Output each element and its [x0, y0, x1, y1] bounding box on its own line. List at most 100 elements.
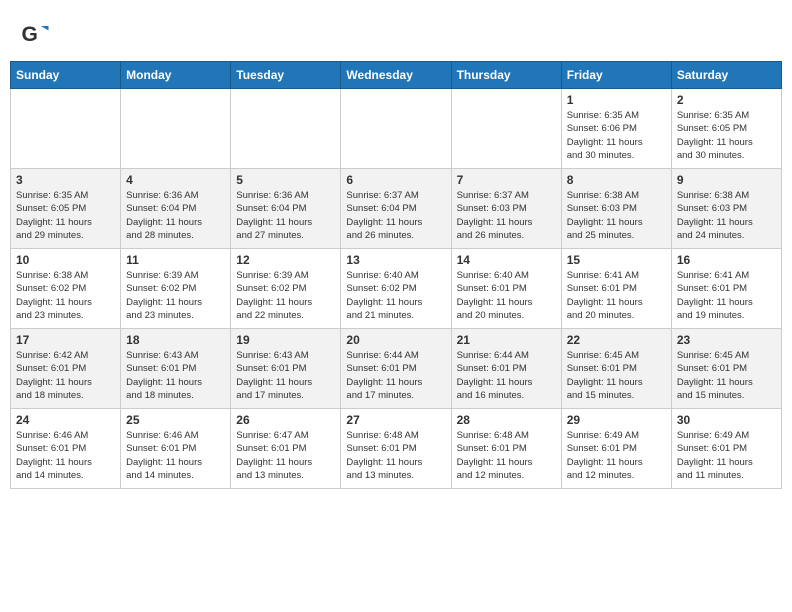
day-number: 17 — [16, 333, 115, 347]
day-number: 7 — [457, 173, 556, 187]
day-info: Sunrise: 6:46 AM Sunset: 6:01 PM Dayligh… — [126, 429, 225, 482]
calendar-cell: 23 Sunrise: 6:45 AM Sunset: 6:01 PM Dayli… — [671, 329, 781, 409]
day-info: Sunrise: 6:49 AM Sunset: 6:01 PM Dayligh… — [567, 429, 666, 482]
calendar-week-row: 1 Sunrise: 6:35 AM Sunset: 6:06 PM Daylig… — [11, 89, 782, 169]
logo-icon: G — [20, 20, 50, 50]
day-info: Sunrise: 6:40 AM Sunset: 6:01 PM Dayligh… — [457, 269, 556, 322]
calendar-cell: 28 Sunrise: 6:48 AM Sunset: 6:01 PM Dayli… — [451, 409, 561, 489]
day-number: 6 — [346, 173, 445, 187]
day-info: Sunrise: 6:46 AM Sunset: 6:01 PM Dayligh… — [16, 429, 115, 482]
day-info: Sunrise: 6:39 AM Sunset: 6:02 PM Dayligh… — [126, 269, 225, 322]
day-info: Sunrise: 6:35 AM Sunset: 6:05 PM Dayligh… — [677, 109, 776, 162]
day-info: Sunrise: 6:41 AM Sunset: 6:01 PM Dayligh… — [567, 269, 666, 322]
day-info: Sunrise: 6:38 AM Sunset: 6:02 PM Dayligh… — [16, 269, 115, 322]
calendar-cell: 30 Sunrise: 6:49 AM Sunset: 6:01 PM Dayli… — [671, 409, 781, 489]
svg-text:G: G — [22, 23, 38, 46]
calendar-week-row: 10 Sunrise: 6:38 AM Sunset: 6:02 PM Dayli… — [11, 249, 782, 329]
day-number: 3 — [16, 173, 115, 187]
calendar-cell — [231, 89, 341, 169]
day-number: 26 — [236, 413, 335, 427]
calendar-week-row: 3 Sunrise: 6:35 AM Sunset: 6:05 PM Daylig… — [11, 169, 782, 249]
calendar-cell: 2 Sunrise: 6:35 AM Sunset: 6:05 PM Daylig… — [671, 89, 781, 169]
day-number: 19 — [236, 333, 335, 347]
day-info: Sunrise: 6:45 AM Sunset: 6:01 PM Dayligh… — [567, 349, 666, 402]
calendar-cell — [451, 89, 561, 169]
calendar-cell: 13 Sunrise: 6:40 AM Sunset: 6:02 PM Dayli… — [341, 249, 451, 329]
day-info: Sunrise: 6:37 AM Sunset: 6:04 PM Dayligh… — [346, 189, 445, 242]
day-info: Sunrise: 6:35 AM Sunset: 6:06 PM Dayligh… — [567, 109, 666, 162]
calendar-cell: 22 Sunrise: 6:45 AM Sunset: 6:01 PM Dayli… — [561, 329, 671, 409]
weekday-header: Friday — [561, 62, 671, 89]
day-info: Sunrise: 6:35 AM Sunset: 6:05 PM Dayligh… — [16, 189, 115, 242]
calendar-cell: 4 Sunrise: 6:36 AM Sunset: 6:04 PM Daylig… — [121, 169, 231, 249]
day-number: 22 — [567, 333, 666, 347]
day-info: Sunrise: 6:49 AM Sunset: 6:01 PM Dayligh… — [677, 429, 776, 482]
calendar-cell: 29 Sunrise: 6:49 AM Sunset: 6:01 PM Dayli… — [561, 409, 671, 489]
day-number: 27 — [346, 413, 445, 427]
calendar-cell: 10 Sunrise: 6:38 AM Sunset: 6:02 PM Dayli… — [11, 249, 121, 329]
calendar-cell: 27 Sunrise: 6:48 AM Sunset: 6:01 PM Dayli… — [341, 409, 451, 489]
calendar-cell: 20 Sunrise: 6:44 AM Sunset: 6:01 PM Dayli… — [341, 329, 451, 409]
calendar-cell — [341, 89, 451, 169]
day-info: Sunrise: 6:39 AM Sunset: 6:02 PM Dayligh… — [236, 269, 335, 322]
day-info: Sunrise: 6:45 AM Sunset: 6:01 PM Dayligh… — [677, 349, 776, 402]
day-info: Sunrise: 6:44 AM Sunset: 6:01 PM Dayligh… — [346, 349, 445, 402]
day-number: 20 — [346, 333, 445, 347]
calendar-cell: 1 Sunrise: 6:35 AM Sunset: 6:06 PM Daylig… — [561, 89, 671, 169]
day-number: 5 — [236, 173, 335, 187]
calendar-cell: 14Sunrise: 6:40 AM Sunset: 6:01 PM Dayli… — [451, 249, 561, 329]
day-info: Sunrise: 6:41 AM Sunset: 6:01 PM Dayligh… — [677, 269, 776, 322]
day-number: 15 — [567, 253, 666, 267]
calendar-cell: 24 Sunrise: 6:46 AM Sunset: 6:01 PM Dayli… — [11, 409, 121, 489]
calendar-cell: 26 Sunrise: 6:47 AM Sunset: 6:01 PM Dayli… — [231, 409, 341, 489]
calendar-header: G — [10, 10, 782, 55]
calendar-cell: 11Sunrise: 6:39 AM Sunset: 6:02 PM Dayli… — [121, 249, 231, 329]
weekday-header: Saturday — [671, 62, 781, 89]
calendar-cell: 12 Sunrise: 6:39 AM Sunset: 6:02 PM Dayli… — [231, 249, 341, 329]
day-info: Sunrise: 6:47 AM Sunset: 6:01 PM Dayligh… — [236, 429, 335, 482]
weekday-header: Monday — [121, 62, 231, 89]
day-info: Sunrise: 6:40 AM Sunset: 6:02 PM Dayligh… — [346, 269, 445, 322]
calendar-cell: 15 Sunrise: 6:41 AM Sunset: 6:01 PM Dayli… — [561, 249, 671, 329]
day-number: 1 — [567, 93, 666, 107]
day-number: 24 — [16, 413, 115, 427]
calendar-cell — [121, 89, 231, 169]
day-number: 9 — [677, 173, 776, 187]
day-number: 10 — [16, 253, 115, 267]
day-info: Sunrise: 6:36 AM Sunset: 6:04 PM Dayligh… — [126, 189, 225, 242]
day-number: 30 — [677, 413, 776, 427]
weekday-header: Sunday — [11, 62, 121, 89]
day-number: 21 — [457, 333, 556, 347]
day-number: 4 — [126, 173, 225, 187]
calendar-cell — [11, 89, 121, 169]
calendar-cell: 8Sunrise: 6:38 AM Sunset: 6:03 PM Daylig… — [561, 169, 671, 249]
day-number: 16 — [677, 253, 776, 267]
day-info: Sunrise: 6:42 AM Sunset: 6:01 PM Dayligh… — [16, 349, 115, 402]
day-info: Sunrise: 6:48 AM Sunset: 6:01 PM Dayligh… — [346, 429, 445, 482]
day-info: Sunrise: 6:43 AM Sunset: 6:01 PM Dayligh… — [236, 349, 335, 402]
weekday-header: Thursday — [451, 62, 561, 89]
weekday-header: Wednesday — [341, 62, 451, 89]
calendar-cell: 25 Sunrise: 6:46 AM Sunset: 6:01 PM Dayli… — [121, 409, 231, 489]
day-number: 29 — [567, 413, 666, 427]
day-number: 28 — [457, 413, 556, 427]
day-number: 25 — [126, 413, 225, 427]
logo: G — [20, 20, 54, 50]
calendar-cell: 16 Sunrise: 6:41 AM Sunset: 6:01 PM Dayli… — [671, 249, 781, 329]
calendar-cell: 3 Sunrise: 6:35 AM Sunset: 6:05 PM Daylig… — [11, 169, 121, 249]
day-number: 2 — [677, 93, 776, 107]
calendar-cell: 18Sunrise: 6:43 AM Sunset: 6:01 PM Dayli… — [121, 329, 231, 409]
calendar-cell: 17 Sunrise: 6:42 AM Sunset: 6:01 PM Dayli… — [11, 329, 121, 409]
calendar-week-row: 17 Sunrise: 6:42 AM Sunset: 6:01 PM Dayli… — [11, 329, 782, 409]
day-number: 8 — [567, 173, 666, 187]
calendar-week-row: 24 Sunrise: 6:46 AM Sunset: 6:01 PM Dayli… — [11, 409, 782, 489]
day-info: Sunrise: 6:37 AM Sunset: 6:03 PM Dayligh… — [457, 189, 556, 242]
day-number: 18 — [126, 333, 225, 347]
calendar-cell: 5Sunrise: 6:36 AM Sunset: 6:04 PM Daylig… — [231, 169, 341, 249]
day-number: 13 — [346, 253, 445, 267]
day-number: 23 — [677, 333, 776, 347]
calendar-cell: 6 Sunrise: 6:37 AM Sunset: 6:04 PM Daylig… — [341, 169, 451, 249]
day-number: 12 — [236, 253, 335, 267]
calendar-cell: 19 Sunrise: 6:43 AM Sunset: 6:01 PM Dayli… — [231, 329, 341, 409]
day-info: Sunrise: 6:48 AM Sunset: 6:01 PM Dayligh… — [457, 429, 556, 482]
